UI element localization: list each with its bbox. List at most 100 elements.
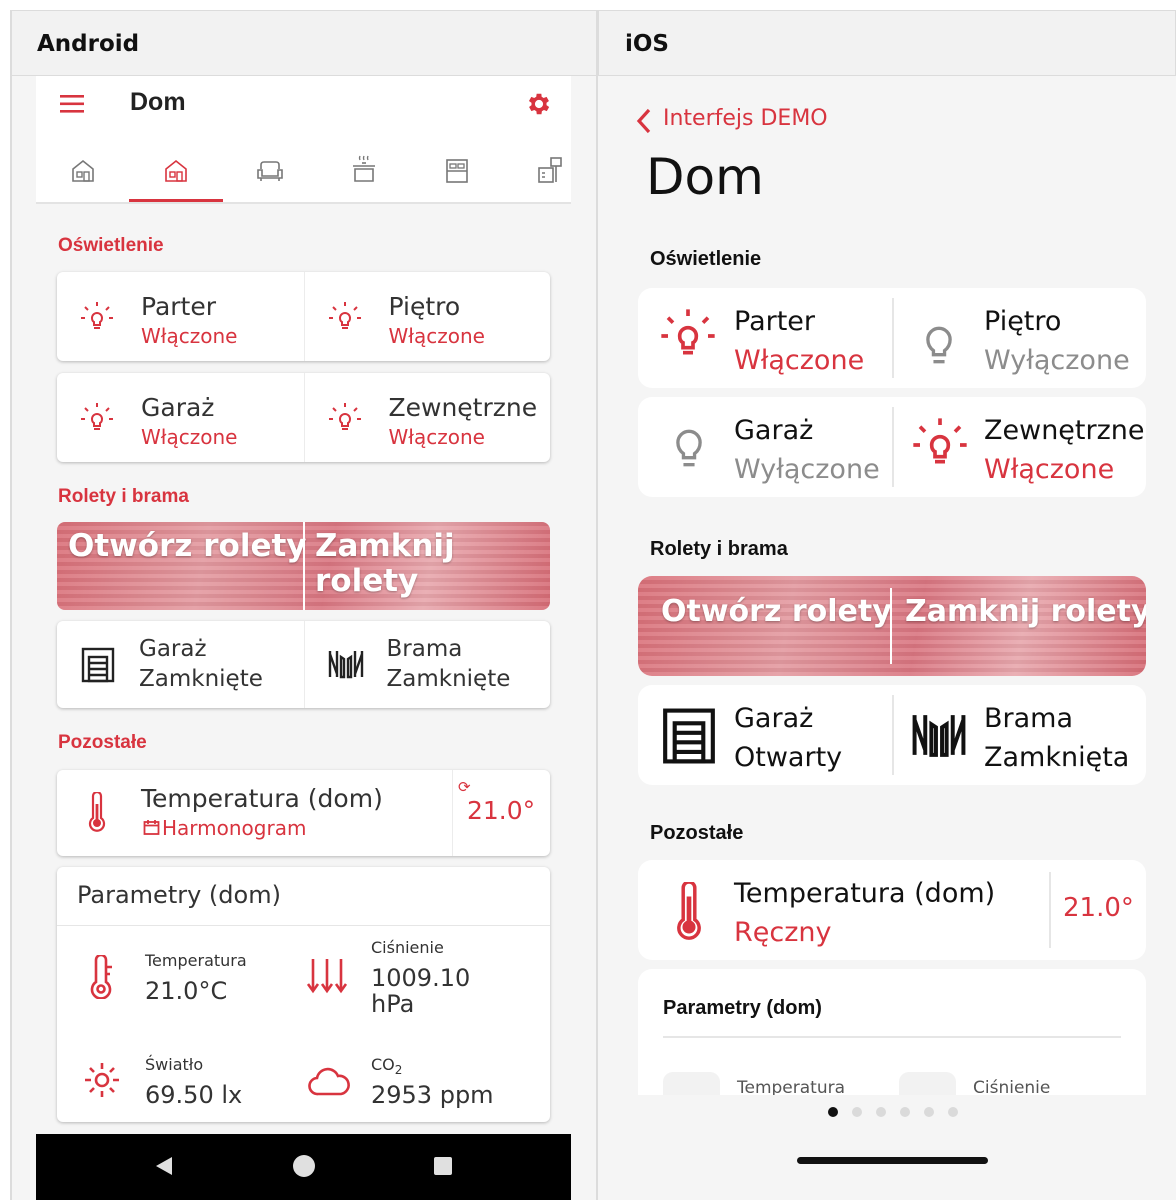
param-co2-value: 2953 ppm <box>371 1081 494 1109</box>
bulb-on-icon <box>661 309 715 355</box>
android-section-blinds: Rolety i brama <box>58 486 189 507</box>
tab-living-room[interactable] <box>223 146 316 202</box>
garage-name: Garaż <box>139 636 207 662</box>
android-gate[interactable]: Brama Zamknięte <box>303 621 551 708</box>
bulb-on-icon <box>81 403 113 430</box>
android-temperature-card[interactable]: Temperatura (dom) Harmonogram ⟳ 21.0° <box>57 770 550 856</box>
open-blinds-button[interactable]: Otwórz rolety <box>68 528 307 564</box>
co2-text: CO <box>371 1055 395 1074</box>
tab-house-1[interactable] <box>36 146 129 202</box>
ios-section-lighting: Oświetlenie <box>650 248 762 270</box>
light-name: Garaż <box>141 393 215 422</box>
light-status: Włączone <box>734 345 865 376</box>
back-triangle-icon[interactable] <box>153 1155 175 1177</box>
temperature-mode: Ręczny <box>734 917 832 948</box>
light-status: Wyłączone <box>734 454 880 485</box>
bed-icon <box>446 159 468 183</box>
bulb-off-icon <box>926 326 952 364</box>
temperature-name: Temperatura (dom) <box>141 784 383 813</box>
android-garage[interactable]: Garaż Zamknięte <box>57 621 304 708</box>
back-label: Interfejs DEMO <box>663 106 828 131</box>
ios-lighting-card-1: Parter Włączone Piętro Wyłączone <box>638 288 1146 388</box>
tab-bedroom[interactable] <box>410 146 503 202</box>
ios-light-parter[interactable]: Parter Włączone <box>638 288 892 388</box>
ios-column-header: iOS <box>598 10 1176 76</box>
garage-status: Zamknięte <box>139 666 263 692</box>
light-status: Włączone <box>984 454 1115 485</box>
house-icon <box>165 159 187 182</box>
page-dot-active[interactable] <box>828 1107 838 1117</box>
ios-light-zewnetrzne[interactable]: Zewnętrzne Włączone <box>892 407 1146 487</box>
home-circle-icon[interactable] <box>291 1153 317 1179</box>
param-temp-label: Temperatura <box>145 951 247 970</box>
page-dot[interactable] <box>924 1107 934 1117</box>
gate-icon <box>328 651 363 679</box>
light-status: Włączone <box>388 324 485 348</box>
light-name: Zewnętrzne <box>388 393 538 422</box>
page-dot[interactable] <box>852 1107 862 1117</box>
page-dot[interactable] <box>876 1107 886 1117</box>
param-light-label: Światło <box>145 1055 204 1074</box>
gear-icon[interactable] <box>525 90 553 118</box>
light-name: Zewnętrzne <box>984 415 1145 446</box>
ios-lighting-card-2: Garaż Wyłączone Zewnętrzne Włączone <box>638 397 1146 497</box>
temperature-mode: Harmonogram <box>162 816 307 840</box>
light-name: Piętro <box>984 306 1062 337</box>
ios-garage[interactable]: Garaż Otwarty <box>638 685 892 785</box>
co2-subscript: 2 <box>394 1063 403 1078</box>
garage-status: Otwarty <box>734 742 843 773</box>
android-blinds-banner: Otwórz rolety Zamknij rolety <box>57 522 550 610</box>
param-temp-icon-box <box>663 1072 720 1095</box>
gate-name: Brama <box>984 703 1074 734</box>
param-pressure-label: Ciśnienie <box>371 938 444 957</box>
light-name: Piętro <box>388 292 461 321</box>
ios-params-card: Parametry (dom) Temperatura Ciśnienie <box>638 969 1146 1095</box>
recents-square-icon[interactable] <box>432 1155 454 1177</box>
tab-house-2[interactable] <box>129 146 223 202</box>
light-status: Włączone <box>141 425 238 449</box>
open-blinds-button[interactable]: Otwórz rolety <box>661 594 892 629</box>
android-lighting-card-1: Parter Włączone Piętro Włączone <box>57 272 550 361</box>
house-icon <box>72 159 94 182</box>
android-light-parter[interactable]: Parter Włączone <box>57 272 304 361</box>
gate-icon <box>912 715 966 757</box>
cloud-icon <box>308 1067 350 1096</box>
ios-light-pietro[interactable]: Piętro Wyłączone <box>892 298 1146 378</box>
page-dot[interactable] <box>948 1107 958 1117</box>
android-light-pietro[interactable]: Piętro Włączone <box>303 272 551 361</box>
temperature-name: Temperatura (dom) <box>734 878 996 909</box>
android-section-other: Pozostałe <box>58 732 147 753</box>
android-params-card: Parametry (dom) Temperatura 21.0°C Ciśni… <box>57 867 550 1122</box>
sofa-icon <box>257 161 283 181</box>
param-temp-value: 21.0°C <box>145 977 228 1005</box>
garage-icon <box>81 647 115 683</box>
calendar-icon <box>143 820 160 835</box>
sun-icon <box>85 1063 119 1097</box>
tab-office[interactable] <box>503 146 571 202</box>
temperature-value: 21.0° <box>1063 893 1134 923</box>
close-blinds-button-line2[interactable]: rolety <box>315 563 418 599</box>
thermometer-icon <box>88 792 106 832</box>
ios-temperature-card[interactable]: Temperatura (dom) Ręczny 21.0° <box>638 860 1146 960</box>
cooking-pot-icon <box>353 155 375 182</box>
bulb-on-icon <box>328 403 361 430</box>
ios-light-garaz[interactable]: Garaż Wyłączone <box>638 397 892 497</box>
temperature-value: 21.0° <box>467 796 536 825</box>
android-light-zewnetrzne[interactable]: Zewnętrzne Włączone <box>303 373 551 462</box>
ios-gate[interactable]: Brama Zamknięta <box>892 695 1146 775</box>
ios-home-indicator[interactable] <box>797 1157 988 1164</box>
android-column-header: Android <box>10 10 597 76</box>
tab-kitchen[interactable] <box>316 146 410 202</box>
light-status: Wyłączone <box>984 345 1130 376</box>
left-border <box>10 10 12 1200</box>
light-name: Parter <box>141 292 217 321</box>
close-blinds-button-line1[interactable]: Zamknij <box>315 528 455 564</box>
ios-garage-gate-card: Garaż Otwarty Brama Zamknięta <box>638 685 1146 785</box>
page-dot[interactable] <box>900 1107 910 1117</box>
garage-name: Garaż <box>734 703 814 734</box>
android-light-garaz[interactable]: Garaż Włączone <box>57 373 304 462</box>
hamburger-icon[interactable] <box>60 94 86 114</box>
chevron-left-icon <box>636 108 651 134</box>
close-blinds-button[interactable]: Zamknij rolety <box>905 594 1146 629</box>
param-temp-label: Temperatura <box>737 1078 846 1095</box>
